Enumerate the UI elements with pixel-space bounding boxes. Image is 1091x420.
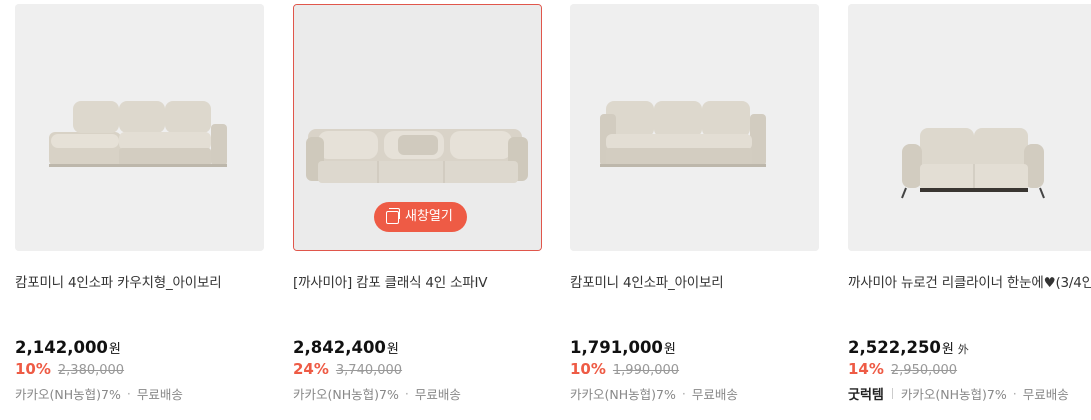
separator-dot: · (681, 386, 686, 401)
product-price: 2,142,000 원 (15, 338, 121, 357)
product-card[interactable]: 캄포미니 4인소파_아이보리 1,791,000 원 10% 1,990,000 … (570, 4, 819, 403)
separator-dot: · (1012, 386, 1017, 401)
separator-dot: · (404, 386, 409, 401)
product-title[interactable]: 캄포미니 4인소파 카우치형_아이보리 (15, 273, 264, 313)
shipping-info: 무료배송 (1022, 387, 1069, 402)
discount-row: 14% 2,950,000 (848, 360, 1091, 378)
product-price: 2,842,400 원 (293, 338, 399, 357)
shipping-info: 무료배송 (136, 387, 183, 402)
product-card[interactable]: 새창열기 [까사미아] 캄포 클래식 4인 소파IV 2,842,400 원 24… (293, 4, 542, 403)
product-image[interactable] (570, 4, 819, 251)
product-image[interactable]: 새창열기 (293, 4, 542, 251)
open-new-window-button[interactable]: 새창열기 (374, 202, 467, 232)
product-price: 1,791,000 원 (570, 338, 676, 357)
product-card[interactable]: 캄포미니 4인소파 카우치형_아이보리 2,142,000 원 10% 2,380… (15, 4, 264, 403)
product-image[interactable] (15, 4, 264, 251)
discount-rate: 24% (293, 360, 329, 378)
product-image[interactable] (848, 4, 1091, 251)
extra-options-mark: 外 (957, 343, 969, 356)
product-card[interactable]: 까사미아 뉴로건 리클라이너 한눈에♥(3/4인) 2,522,250 원 外 14… (848, 4, 1091, 403)
shipping-info: 무료배송 (414, 387, 461, 402)
benefit-row: 카카오(NH농협)7% · 무료배송 (570, 384, 819, 403)
product-title[interactable]: 까사미아 뉴로건 리클라이너 한눈에♥(3/4인) (848, 273, 1091, 313)
original-price: 2,950,000 (890, 363, 958, 378)
brand-badge[interactable]: 굿럭템 (848, 384, 884, 403)
discount-rate: 14% (848, 360, 884, 378)
card-benefit: 카카오(NH농협)7% (900, 387, 1007, 402)
discount-row: 10% 2,380,000 (15, 360, 264, 378)
shipping-info: 무료배송 (691, 387, 738, 402)
card-benefit: 카카오(NH농협)7% (293, 387, 399, 402)
original-price: 1,990,000 (612, 363, 680, 378)
original-price: 3,740,000 (335, 363, 403, 378)
new-window-icon (386, 207, 400, 224)
separator-dot: · (126, 386, 131, 401)
divider (891, 388, 893, 399)
discount-rate: 10% (570, 360, 606, 378)
original-price: 2,380,000 (57, 363, 125, 378)
discount-row: 24% 3,740,000 (293, 360, 542, 378)
benefit-row: 카카오(NH농협)7% · 무료배송 (293, 384, 542, 403)
card-benefit: 카카오(NH농협)7% (570, 387, 676, 402)
product-title[interactable]: 캄포미니 4인소파_아이보리 (570, 273, 819, 313)
discount-rate: 10% (15, 360, 51, 378)
card-benefit: 카카오(NH농협)7% (15, 387, 121, 402)
product-price: 2,522,250 원 外 (848, 338, 969, 357)
discount-row: 10% 1,990,000 (570, 360, 819, 378)
benefit-row: 카카오(NH농협)7% · 무료배송 (15, 384, 264, 403)
benefit-row: 굿럭템 카카오(NH농협)7% · 무료배송 (848, 384, 1091, 403)
product-title[interactable]: [까사미아] 캄포 클래식 4인 소파IV (293, 273, 542, 313)
